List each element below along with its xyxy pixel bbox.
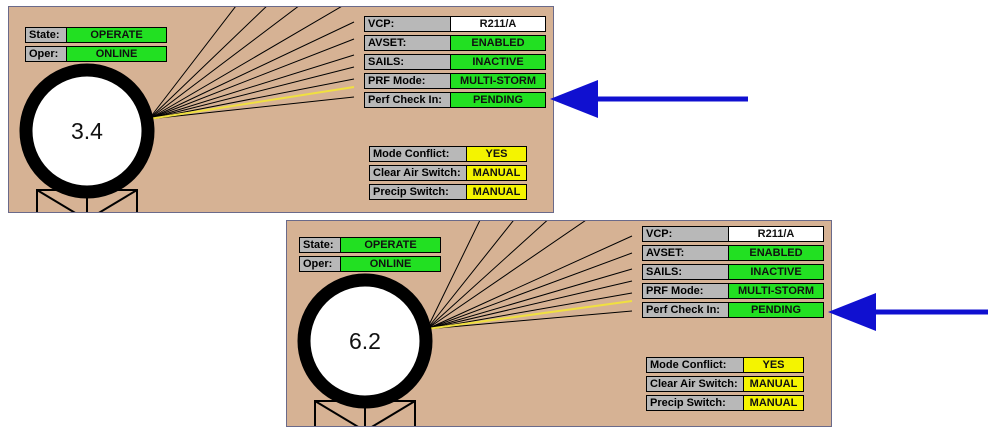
state-row: State: OPERATE xyxy=(299,237,441,253)
precip-switch-value: MANUAL xyxy=(466,185,526,199)
sails-row: SAILS: INACTIVE xyxy=(642,264,824,280)
sails-label: SAILS: xyxy=(643,265,728,279)
vcp-value: R211/A xyxy=(450,17,545,31)
vcp-row: VCP: R211/A xyxy=(364,16,546,32)
precip-switch-label: Precip Switch: xyxy=(370,185,466,199)
elevation-readout: 3.4 xyxy=(71,118,103,144)
clear-air-switch-value: MANUAL xyxy=(466,166,526,180)
prf-mode-row: PRF Mode: MULTI-STORM xyxy=(642,283,824,299)
left-arrow-icon xyxy=(828,293,988,331)
oper-row: Oper: ONLINE xyxy=(25,46,167,62)
state-label: State: xyxy=(300,238,340,252)
perf-check-row: Perf Check In: PENDING xyxy=(642,302,824,318)
mode-conflict-row: Mode Conflict: YES xyxy=(646,357,804,373)
oper-value: ONLINE xyxy=(66,47,166,61)
clear-air-switch-row: Clear Air Switch: MANUAL xyxy=(369,165,527,181)
precip-switch-label: Precip Switch: xyxy=(647,396,743,410)
perf-check-label: Perf Check In: xyxy=(365,93,450,107)
oper-label: Oper: xyxy=(26,47,66,61)
perf-check-value: PENDING xyxy=(450,93,545,107)
rda-status-panel-1: 3.4 State: OPERATE Oper: ONLINE VCP: R21… xyxy=(8,6,554,213)
sails-row: SAILS: INACTIVE xyxy=(364,54,546,70)
state-row: State: OPERATE xyxy=(25,27,167,43)
avset-label: AVSET: xyxy=(365,36,450,50)
mode-conflict-label: Mode Conflict: xyxy=(647,358,743,372)
state-value: OPERATE xyxy=(66,28,166,42)
clear-air-switch-label: Clear Air Switch: xyxy=(370,166,466,180)
mode-conflict-label: Mode Conflict: xyxy=(370,147,466,161)
prf-mode-value: MULTI-STORM xyxy=(450,74,545,88)
prf-mode-label: PRF Mode: xyxy=(643,284,728,298)
vcp-row: VCP: R211/A xyxy=(642,226,824,242)
precip-switch-row: Precip Switch: MANUAL xyxy=(369,184,527,200)
state-value: OPERATE xyxy=(340,238,440,252)
state-label: State: xyxy=(26,28,66,42)
mode-conflict-value: YES xyxy=(743,358,803,372)
prf-mode-row: PRF Mode: MULTI-STORM xyxy=(364,73,546,89)
avset-value: ENABLED xyxy=(450,36,545,50)
avset-row: AVSET: ENABLED xyxy=(364,35,546,51)
clear-air-switch-label: Clear Air Switch: xyxy=(647,377,743,391)
avset-row: AVSET: ENABLED xyxy=(642,245,824,261)
oper-row: Oper: ONLINE xyxy=(299,256,441,272)
oper-label: Oper: xyxy=(300,257,340,271)
left-arrow-icon xyxy=(550,80,748,118)
perf-check-row: Perf Check In: PENDING xyxy=(364,92,546,108)
precip-switch-value: MANUAL xyxy=(743,396,803,410)
elevation-readout: 6.2 xyxy=(349,328,381,354)
mode-conflict-row: Mode Conflict: YES xyxy=(369,146,527,162)
vcp-value: R211/A xyxy=(728,227,823,241)
precip-switch-row: Precip Switch: MANUAL xyxy=(646,395,804,411)
sails-label: SAILS: xyxy=(365,55,450,69)
clear-air-switch-row: Clear Air Switch: MANUAL xyxy=(646,376,804,392)
clear-air-switch-value: MANUAL xyxy=(743,377,803,391)
rda-status-panel-2: 6.2 State: OPERATE Oper: ONLINE VCP: R21… xyxy=(286,220,832,427)
prf-mode-label: PRF Mode: xyxy=(365,74,450,88)
avset-label: AVSET: xyxy=(643,246,728,260)
avset-value: ENABLED xyxy=(728,246,823,260)
perf-check-label: Perf Check In: xyxy=(643,303,728,317)
prf-mode-value: MULTI-STORM xyxy=(728,284,823,298)
sails-value: INACTIVE xyxy=(450,55,545,69)
perf-check-value: PENDING xyxy=(728,303,823,317)
oper-value: ONLINE xyxy=(340,257,440,271)
sails-value: INACTIVE xyxy=(728,265,823,279)
vcp-label: VCP: xyxy=(643,227,728,241)
mode-conflict-value: YES xyxy=(466,147,526,161)
vcp-label: VCP: xyxy=(365,17,450,31)
